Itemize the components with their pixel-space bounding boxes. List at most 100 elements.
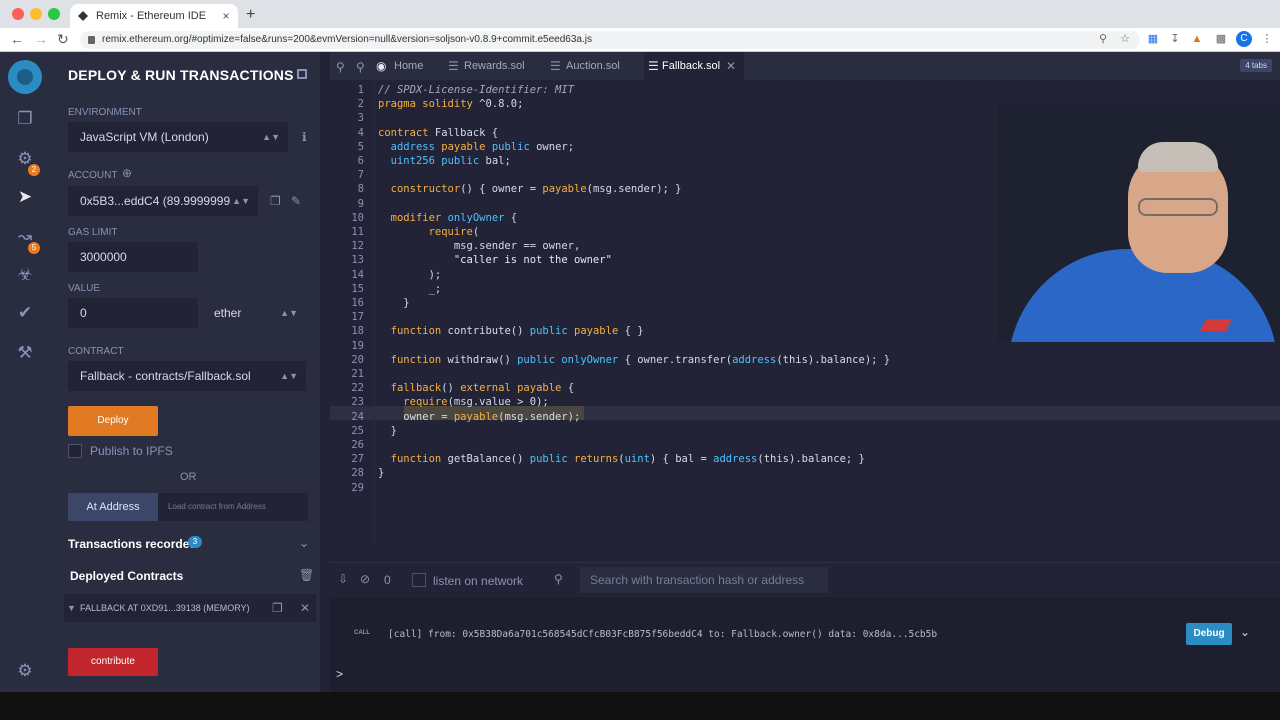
contribute-button[interactable]: contribute: [68, 648, 158, 676]
copy-icon[interactable]: ❐: [270, 194, 281, 208]
line-number[interactable]: 6: [330, 155, 364, 167]
code-line[interactable]: owner = payable(msg.sender);: [378, 411, 580, 423]
line-number[interactable]: 29: [330, 482, 364, 494]
debugger-bug-icon[interactable]: ☣: [14, 264, 36, 286]
profile-avatar[interactable]: C: [1236, 31, 1252, 47]
code-line[interactable]: function withdraw() public onlyOwner { o…: [378, 354, 890, 366]
line-number[interactable]: 22: [330, 382, 364, 394]
tabs-count-badge[interactable]: 4 tabs: [1240, 59, 1272, 72]
add-account-icon[interactable]: ⊕: [122, 166, 132, 180]
line-number[interactable]: 12: [330, 240, 364, 252]
browser-tab[interactable]: Remix - Ethereum IDE ×: [70, 4, 238, 28]
reload-icon[interactable]: ↻: [57, 31, 69, 48]
line-number[interactable]: 8: [330, 183, 364, 195]
code-line[interactable]: "caller is not the owner": [378, 254, 612, 266]
browser-menu-icon[interactable]: ⋮: [1260, 32, 1274, 46]
terminal-prompt[interactable]: >: [336, 667, 343, 681]
line-number[interactable]: 28: [330, 467, 364, 479]
listen-network-checkbox[interactable]: [412, 573, 426, 587]
code-line[interactable]: );: [378, 269, 442, 281]
line-number[interactable]: 2: [330, 98, 364, 110]
line-number[interactable]: 19: [330, 340, 364, 352]
line-number[interactable]: 11: [330, 226, 364, 238]
line-number[interactable]: 23: [330, 396, 364, 408]
contract-select[interactable]: Fallback - contracts/Fallback.sol ▲▼: [68, 361, 306, 391]
close-window-icon[interactable]: [12, 8, 24, 20]
code-line[interactable]: constructor() { owner = payable(msg.send…: [378, 183, 682, 195]
code-line[interactable]: // SPDX-License-Identifier: MIT: [378, 84, 574, 96]
bookmark-star-icon[interactable]: ☆: [1118, 32, 1132, 46]
extensions-puzzle-icon[interactable]: ▩: [1214, 32, 1228, 46]
file-explorer-icon[interactable]: ❐: [14, 108, 36, 130]
code-line[interactable]: fallback() external payable {: [378, 382, 574, 394]
testing-check-icon[interactable]: ✔: [14, 302, 36, 324]
info-icon[interactable]: ℹ: [302, 130, 307, 144]
code-line[interactable]: msg.sender == owner,: [378, 240, 580, 252]
code-line[interactable]: modifier onlyOwner {: [378, 212, 517, 224]
close-tab-icon[interactable]: ×: [218, 9, 234, 23]
translate-icon[interactable]: ▦: [1146, 32, 1160, 46]
line-number[interactable]: 3: [330, 112, 364, 124]
line-number[interactable]: 20: [330, 354, 364, 366]
chevron-down-icon[interactable]: ⌄: [299, 536, 309, 550]
docs-icon[interactable]: [297, 69, 307, 79]
minimize-window-icon[interactable]: [30, 8, 42, 20]
deploy-run-icon[interactable]: ➤: [14, 186, 36, 208]
line-number[interactable]: 1: [330, 84, 364, 96]
publish-ipfs-checkbox[interactable]: [68, 444, 82, 458]
download-icon[interactable]: ↧: [1168, 32, 1182, 46]
tab-rewards[interactable]: ☰ Rewards.sol: [446, 52, 525, 80]
remove-instance-icon[interactable]: ✕: [300, 601, 310, 615]
collapse-terminal-icon[interactable]: ⇩: [338, 572, 348, 586]
new-tab-button[interactable]: +: [246, 6, 255, 24]
close-tab-icon[interactable]: ✕: [726, 52, 736, 80]
maximize-window-icon[interactable]: [48, 8, 60, 20]
line-number[interactable]: 10: [330, 212, 364, 224]
value-input[interactable]: 0: [68, 298, 198, 328]
environment-select[interactable]: JavaScript VM (London) ▲▼: [68, 122, 288, 152]
zoom-icon[interactable]: ⚲: [1096, 32, 1110, 46]
code-line[interactable]: uint256 public bal;: [378, 155, 511, 167]
copy-address-icon[interactable]: ❐: [272, 601, 283, 615]
code-line[interactable]: }: [378, 297, 409, 309]
code-line[interactable]: }: [378, 425, 397, 437]
line-number[interactable]: 24: [330, 411, 364, 423]
plugin-manager-icon[interactable]: ⚒: [14, 342, 36, 364]
line-number[interactable]: 13: [330, 254, 364, 266]
value-unit-select[interactable]: ether ▲▼: [202, 298, 306, 328]
line-number[interactable]: 9: [330, 198, 364, 210]
tab-home[interactable]: ◉ Home: [374, 52, 423, 80]
line-number[interactable]: 7: [330, 169, 364, 181]
clear-console-icon[interactable]: ⊘: [360, 572, 370, 586]
line-number[interactable]: 5: [330, 141, 364, 153]
code-line[interactable]: function contribute() public payable { }: [378, 325, 644, 337]
terminal-log-line[interactable]: [call] from: 0x5B38Da6a701c568545dCfcB03…: [388, 629, 937, 640]
line-number[interactable]: 21: [330, 368, 364, 380]
forward-icon[interactable]: →: [34, 31, 48, 47]
code-line[interactable]: contract Fallback {: [378, 127, 498, 139]
chevron-down-icon[interactable]: ▼: [67, 594, 76, 622]
line-number[interactable]: 16: [330, 297, 364, 309]
at-address-button[interactable]: At Address: [68, 493, 158, 521]
line-number[interactable]: 27: [330, 453, 364, 465]
deploy-button[interactable]: Deploy: [68, 406, 158, 436]
line-number[interactable]: 15: [330, 283, 364, 295]
code-line[interactable]: _;: [378, 283, 442, 295]
edit-icon[interactable]: ✎: [291, 194, 301, 208]
metamask-fox-icon[interactable]: ▲: [1190, 32, 1204, 46]
account-select[interactable]: 0x5B3...eddC4 (89.9999999 ▲▼: [68, 186, 258, 216]
tab-auction[interactable]: ☰ Auction.sol: [548, 52, 620, 80]
back-icon[interactable]: ←: [10, 31, 24, 47]
code-line[interactable]: require(msg.value > 0);: [378, 396, 548, 408]
chevron-down-icon[interactable]: ⌄: [1240, 625, 1250, 639]
remix-logo-icon[interactable]: [8, 60, 42, 94]
settings-gear-icon[interactable]: ⚙: [14, 660, 36, 682]
zoom-in-icon[interactable]: ⚲: [356, 60, 365, 74]
line-number[interactable]: 18: [330, 325, 364, 337]
line-number[interactable]: 17: [330, 311, 364, 323]
at-address-input[interactable]: Load contract from Address: [158, 493, 308, 521]
line-number[interactable]: 4: [330, 127, 364, 139]
line-number[interactable]: 26: [330, 439, 364, 451]
terminal-search-input[interactable]: Search with transaction hash or address: [580, 567, 828, 593]
debug-button[interactable]: Debug: [1186, 623, 1232, 645]
